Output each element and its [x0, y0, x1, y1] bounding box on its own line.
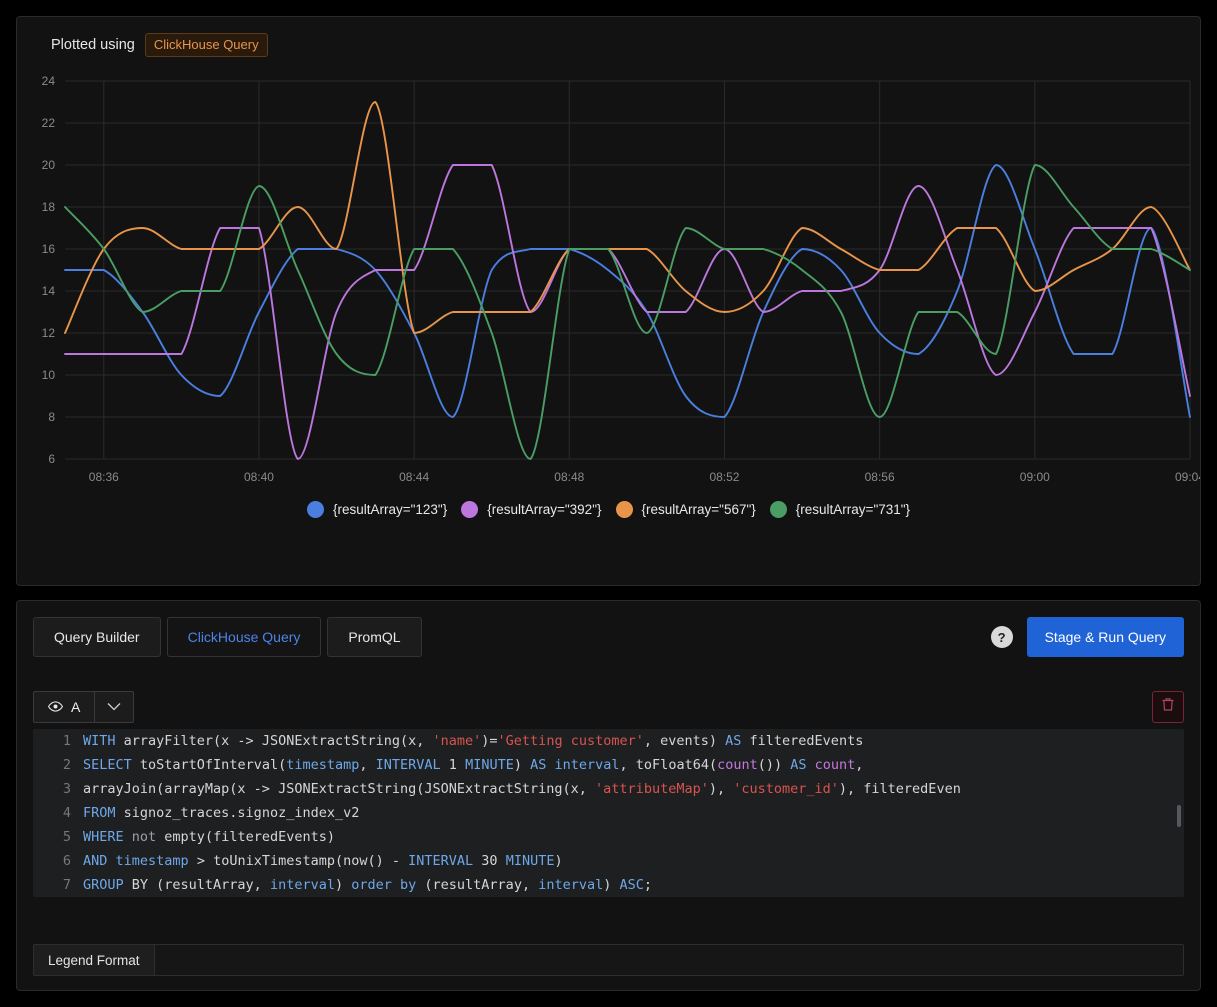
- line-number: 7: [33, 877, 83, 893]
- chart-legend: {resultArray="123"} {resultArray="392"} {r…: [17, 501, 1200, 518]
- query-toolbar-left: A: [33, 691, 134, 723]
- eye-icon: [48, 699, 63, 715]
- legend-format-row: Legend Format: [33, 944, 1184, 976]
- query-tabs: Query BuilderClickHouse QueryPromQL: [33, 617, 422, 657]
- code-text: WHERE not empty(filteredEvents): [83, 829, 335, 845]
- code-line: 6AND timestamp > toUnixTimestamp(now() -…: [33, 849, 1184, 873]
- editor-scrollbar-thumb[interactable]: [1177, 805, 1181, 827]
- code-line: 1WITH arrayFilter(x -> JSONExtractString…: [33, 729, 1184, 753]
- delete-query-button[interactable]: [1152, 691, 1184, 723]
- plotted-using: Plotted using ClickHouse Query: [51, 33, 268, 57]
- svg-text:20: 20: [42, 158, 56, 172]
- legend-label: {resultArray="392"}: [487, 502, 601, 517]
- legend-format-label: Legend Format: [34, 945, 155, 975]
- legend-color-dot: [461, 501, 478, 518]
- svg-text:8: 8: [48, 410, 55, 424]
- legend-color-dot: [616, 501, 633, 518]
- line-number: 4: [33, 805, 83, 821]
- svg-text:08:40: 08:40: [244, 470, 274, 484]
- line-number: 1: [33, 733, 83, 749]
- svg-text:08:56: 08:56: [865, 470, 895, 484]
- code-line: 4FROM signoz_traces.signoz_index_v2: [33, 801, 1184, 825]
- code-text: FROM signoz_traces.signoz_index_v2: [83, 805, 359, 821]
- query-visibility-toggle[interactable]: A: [33, 691, 95, 723]
- line-number: 6: [33, 853, 83, 869]
- svg-text:08:52: 08:52: [709, 470, 739, 484]
- svg-text:24: 24: [42, 74, 56, 88]
- legend-item[interactable]: {resultArray="731"}: [770, 501, 910, 518]
- legend-label: {resultArray="731"}: [796, 502, 910, 517]
- code-line: 2SELECT toStartOfInterval(timestamp, INT…: [33, 753, 1184, 777]
- query-editor-block: A: [33, 691, 1184, 897]
- query-header-actions: ? Stage & Run Query: [991, 617, 1184, 657]
- legend-item[interactable]: {resultArray="123"}: [307, 501, 447, 518]
- svg-text:08:48: 08:48: [554, 470, 584, 484]
- tab-promql[interactable]: PromQL: [327, 617, 421, 657]
- legend-color-dot: [307, 501, 324, 518]
- legend-format-input[interactable]: [155, 945, 1183, 975]
- trash-icon: [1161, 697, 1175, 717]
- help-icon[interactable]: ?: [991, 626, 1013, 648]
- line-number: 2: [33, 757, 83, 773]
- svg-text:6: 6: [48, 452, 55, 466]
- tab-clickhouse-query[interactable]: ClickHouse Query: [167, 617, 322, 657]
- line-number: 5: [33, 829, 83, 845]
- line-number: 3: [33, 781, 83, 797]
- svg-text:09:00: 09:00: [1020, 470, 1050, 484]
- svg-text:10: 10: [42, 368, 56, 382]
- code-text: WITH arrayFilter(x -> JSONExtractString(…: [83, 733, 863, 749]
- svg-text:22: 22: [42, 116, 56, 130]
- query-header: Query BuilderClickHouse QueryPromQL ? St…: [33, 617, 1184, 657]
- svg-text:08:36: 08:36: [89, 470, 119, 484]
- query-panel: Query BuilderClickHouse QueryPromQL ? St…: [16, 600, 1201, 991]
- plot-area: 6 8 10 12 14 16 18 20 22 24 08:36 08:40 08:44 08:48 08…: [17, 73, 1200, 488]
- legend-color-dot: [770, 501, 787, 518]
- chevron-down-icon: [107, 698, 121, 716]
- app-root: Plotted using ClickHouse Query 681012141…: [0, 0, 1217, 1007]
- legend-label: {resultArray="567"}: [642, 502, 756, 517]
- svg-text:12: 12: [42, 326, 56, 340]
- query-editor-toolbar: A: [33, 691, 1184, 723]
- stage-and-run-query-button[interactable]: Stage & Run Query: [1027, 617, 1184, 657]
- code-text: SELECT toStartOfInterval(timestamp, INTE…: [83, 757, 863, 773]
- svg-text:09:04: 09:04: [1175, 470, 1200, 484]
- legend-label: {resultArray="123"}: [333, 502, 447, 517]
- code-line: 7GROUP BY (resultArray, interval) order …: [33, 873, 1184, 897]
- svg-text:14: 14: [42, 284, 56, 298]
- code-text: arrayJoin(arrayMap(x -> JSONExtractStrin…: [83, 781, 961, 797]
- line-chart: 6 8 10 12 14 16 18 20 22 24 08:36 08:40 08:44 08:48 08…: [17, 73, 1200, 488]
- sql-code-editor[interactable]: 1WITH arrayFilter(x -> JSONExtractString…: [33, 729, 1184, 897]
- code-text: GROUP BY (resultArray, interval) order b…: [83, 877, 652, 893]
- code-line: 5WHERE not empty(filteredEvents): [33, 825, 1184, 849]
- code-text: AND timestamp > toUnixTimestamp(now() - …: [83, 853, 563, 869]
- plotted-using-label: Plotted using: [51, 37, 135, 53]
- legend-item[interactable]: {resultArray="567"}: [616, 501, 756, 518]
- svg-text:16: 16: [42, 242, 56, 256]
- chart-panel: Plotted using ClickHouse Query 6 8 10 12 14 1…: [16, 16, 1201, 586]
- query-letter-label: A: [71, 699, 80, 715]
- collapse-query-button[interactable]: [95, 691, 134, 723]
- code-line: 3arrayJoin(arrayMap(x -> JSONExtractStri…: [33, 777, 1184, 801]
- legend-item[interactable]: {resultArray="392"}: [461, 501, 601, 518]
- svg-text:08:44: 08:44: [399, 470, 429, 484]
- tab-query-builder[interactable]: Query Builder: [33, 617, 161, 657]
- plotted-using-chip: ClickHouse Query: [145, 33, 268, 57]
- svg-text:18: 18: [42, 200, 56, 214]
